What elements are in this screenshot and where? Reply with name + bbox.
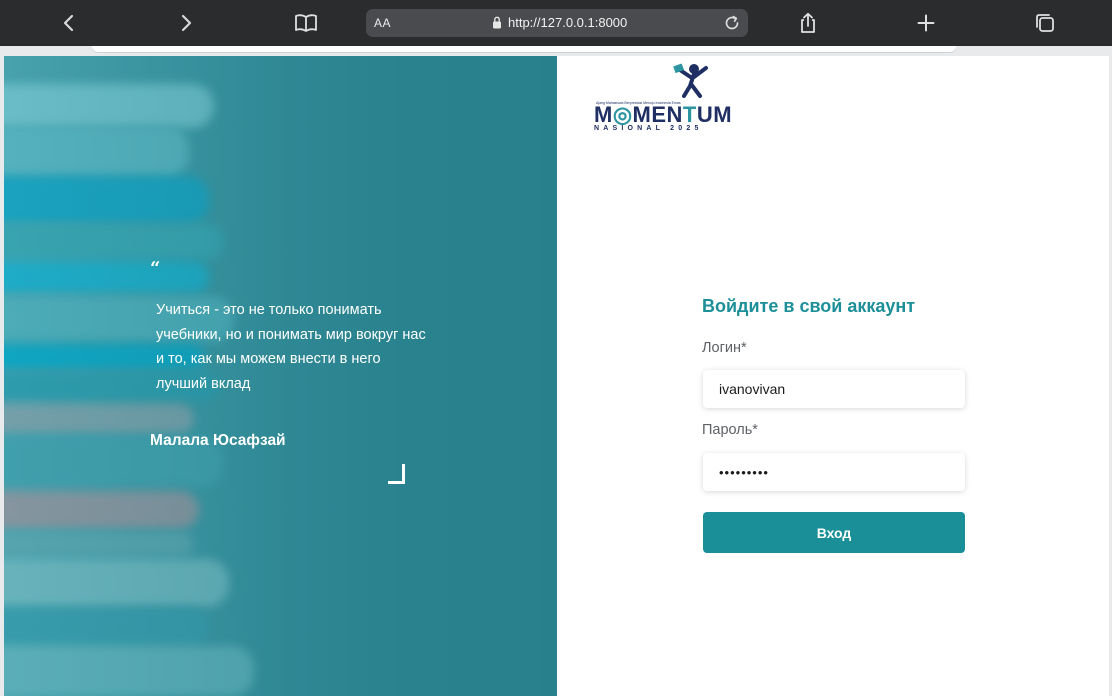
- lock-icon: [493, 16, 501, 29]
- chevron-left-icon: [63, 14, 74, 32]
- password-input[interactable]: [703, 453, 965, 491]
- url-text: http://127.0.0.1:8000: [508, 15, 628, 30]
- bookmarks-button[interactable]: [290, 7, 322, 39]
- book-icon: [295, 14, 317, 32]
- login-input[interactable]: [703, 370, 965, 408]
- logo-o-emblem-icon: ◎: [612, 102, 633, 127]
- login-page: “ Учиться - это не только понимать учебн…: [4, 56, 1109, 696]
- form-title: Войдите в свой аккаунт: [702, 296, 916, 316]
- browser-toolbar: AA http://127.0.0.1:8000: [0, 0, 1112, 46]
- chevron-right-icon: [181, 14, 192, 32]
- password-label: Пароль*: [702, 422, 758, 438]
- address-bar[interactable]: AA http://127.0.0.1:8000: [366, 9, 748, 37]
- tabs-overview-button[interactable]: [1029, 7, 1061, 39]
- share-icon: [801, 12, 815, 33]
- reader-text-size-button[interactable]: AA: [374, 16, 391, 30]
- momentum-logo: Ajang Mahasiswa Berprestasi Menuju Indon…: [592, 62, 732, 132]
- plus-icon: [917, 14, 935, 32]
- logo-letters: UM: [696, 102, 733, 127]
- quote-icon: “: [150, 258, 161, 279]
- logo-subtitle: NASIONAL 2025: [594, 125, 703, 132]
- logo-figure-icon: [673, 63, 708, 98]
- quote-text: Учиться - это не только понимать учебник…: [156, 302, 426, 392]
- forward-button[interactable]: [170, 7, 202, 39]
- share-button[interactable]: [792, 7, 824, 39]
- url-display[interactable]: http://127.0.0.1:8000: [492, 15, 627, 30]
- reload-icon: [725, 15, 739, 30]
- logo-letter: M: [594, 102, 613, 127]
- new-tab-button[interactable]: [910, 7, 942, 39]
- login-button[interactable]: Вход: [703, 512, 965, 553]
- quote-author: Малала Юсафзай: [150, 432, 286, 449]
- corner-bracket-icon: [388, 464, 405, 484]
- logo-wordmark: M◎MENTUM: [594, 104, 732, 126]
- login-label: Логин*: [702, 340, 747, 356]
- back-button[interactable]: [53, 7, 85, 39]
- tabs-icon: [1036, 14, 1054, 32]
- logo-letter-t: T: [682, 102, 697, 127]
- logo-letters: MEN: [632, 102, 683, 127]
- page-top-strip: [92, 46, 956, 52]
- hero-image-panel: “ Учиться - это не только понимать учебн…: [4, 56, 557, 696]
- reload-button[interactable]: [722, 13, 742, 33]
